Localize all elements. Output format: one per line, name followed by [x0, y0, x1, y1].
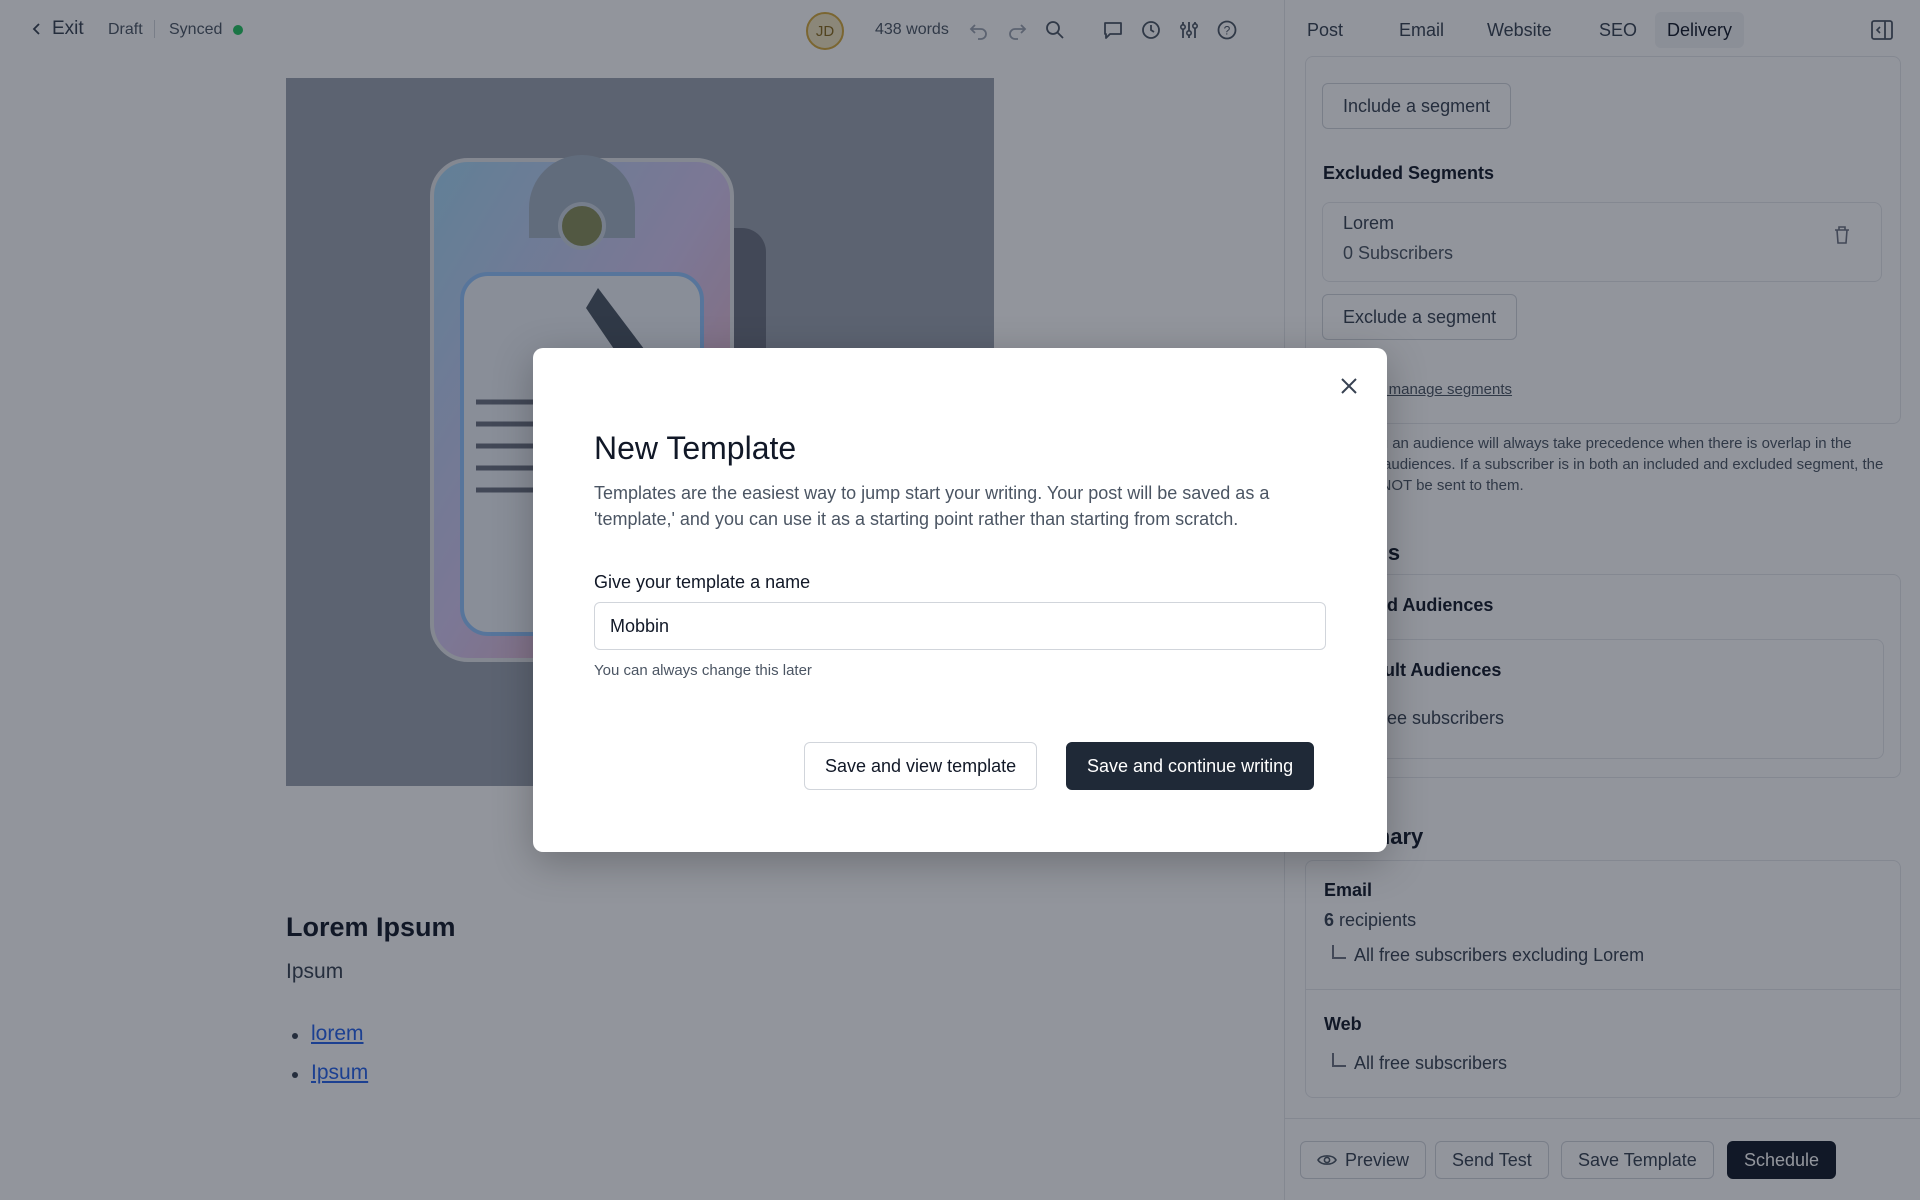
dialog-description: Templates are the easiest way to jump st…: [594, 483, 1270, 529]
save-and-continue-writing-button[interactable]: Save and continue writing: [1066, 742, 1315, 790]
dialog-title: New Template: [594, 430, 797, 466]
new-template-dialog: New Template Templates are the easiest w…: [533, 348, 1387, 852]
save-and-view-template-button[interactable]: Save and view template: [804, 742, 1038, 790]
field-hint: You can always change this later: [594, 662, 812, 679]
template-name-label: Give your template a name: [594, 572, 811, 592]
template-name-input[interactable]: [594, 602, 1326, 650]
close-icon[interactable]: [1337, 374, 1361, 398]
